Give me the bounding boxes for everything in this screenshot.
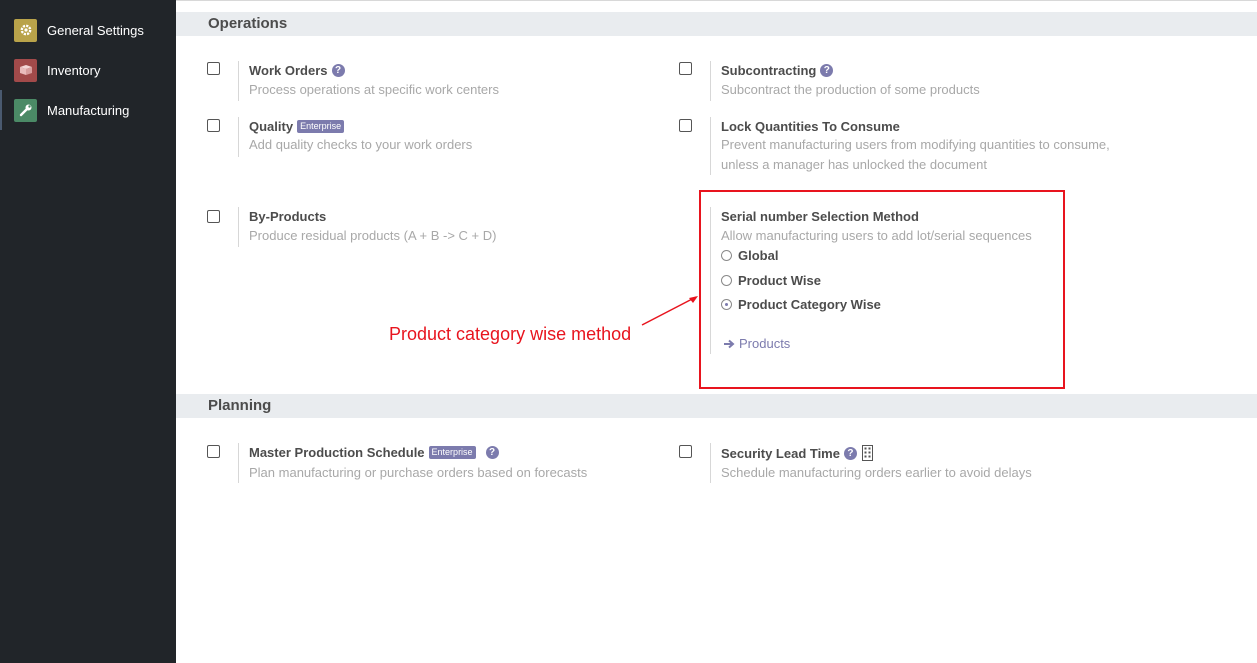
mps-title: Master Production Schedule Enterprise ? bbox=[249, 445, 499, 460]
security-lead-time-desc: Schedule manufacturing orders earlier to… bbox=[721, 465, 1032, 480]
annotation-text: Product category wise method bbox=[389, 324, 632, 344]
gear-icon bbox=[14, 18, 37, 42]
quality-title: Quality Enterprise bbox=[249, 119, 345, 134]
help-icon[interactable]: ? bbox=[820, 64, 834, 77]
divider bbox=[710, 443, 711, 483]
box-icon bbox=[14, 58, 37, 82]
section-header-planning: Planning bbox=[176, 394, 1257, 418]
sidebar-item-inventory[interactable]: Inventory bbox=[0, 50, 176, 90]
lock-quantities-desc-line: Prevent manufacturing users from modifyi… bbox=[721, 137, 1110, 152]
by-products-title: By-Products bbox=[249, 209, 326, 224]
by-products-label: By-Products bbox=[249, 209, 327, 224]
section-title: Operations bbox=[208, 15, 288, 32]
top-divider bbox=[176, 0, 1257, 1]
security-lead-time-label: Security Lead Time bbox=[721, 445, 840, 461]
lock-quantities-label: Lock Quantities To Consume bbox=[721, 119, 900, 134]
section-title: Planning bbox=[208, 397, 272, 414]
sidebar-item-label: Inventory bbox=[47, 62, 101, 78]
subcontracting-title: Subcontracting ? bbox=[721, 63, 834, 78]
subcontracting-desc: Subcontract the production of some produ… bbox=[721, 82, 980, 97]
help-icon[interactable]: ? bbox=[843, 446, 857, 460]
lock-quantities-checkbox[interactable] bbox=[679, 119, 692, 132]
building-icon bbox=[861, 445, 873, 461]
quality-desc: Add quality checks to your work orders bbox=[249, 137, 473, 152]
help-icon[interactable]: ? bbox=[485, 446, 499, 459]
section-header-operations: Operations bbox=[176, 12, 1257, 36]
mps-desc: Plan manufacturing or purchase orders ba… bbox=[249, 465, 588, 480]
divider bbox=[238, 117, 239, 157]
enterprise-badge: Enterprise bbox=[297, 120, 345, 133]
quality-checkbox[interactable] bbox=[207, 119, 220, 132]
subcontracting-label: Subcontracting bbox=[721, 63, 817, 78]
help-icon[interactable]: ? bbox=[331, 64, 345, 77]
work-orders-checkbox[interactable] bbox=[207, 62, 220, 75]
sidebar-item-label: General Settings bbox=[47, 22, 144, 38]
quality-label: Quality bbox=[249, 119, 294, 134]
sidebar-item-general-settings[interactable]: General Settings bbox=[0, 10, 176, 50]
by-products-desc: Produce residual products (A + B -> C + … bbox=[249, 228, 497, 243]
sidebar-item-manufacturing[interactable]: Manufacturing bbox=[0, 90, 176, 130]
divider bbox=[238, 61, 239, 101]
mps-checkbox[interactable] bbox=[207, 445, 220, 458]
lock-quantities-desc: Prevent manufacturing users from modifyi… bbox=[721, 135, 1110, 175]
by-products-checkbox[interactable] bbox=[207, 210, 220, 223]
sidebar-item-label: Manufacturing bbox=[47, 102, 130, 118]
sidebar: General Settings Inventory Manufacturing bbox=[0, 0, 176, 663]
divider bbox=[238, 443, 239, 483]
security-lead-time-checkbox[interactable] bbox=[679, 445, 692, 458]
work-orders-desc: Process operations at specific work cent… bbox=[249, 82, 499, 97]
annotation-arrow bbox=[641, 296, 698, 326]
mps-label: Master Production Schedule bbox=[249, 445, 425, 460]
work-orders-label: Work Orders bbox=[249, 63, 328, 78]
divider bbox=[238, 207, 239, 247]
lock-quantities-desc-line: unless a manager has unlocked the docume… bbox=[721, 157, 987, 172]
divider bbox=[710, 117, 711, 175]
enterprise-badge: Enterprise bbox=[428, 446, 476, 459]
divider bbox=[710, 61, 711, 101]
subcontracting-checkbox[interactable] bbox=[679, 62, 692, 75]
wrench-icon bbox=[14, 98, 37, 122]
lock-quantities-title: Lock Quantities To Consume bbox=[721, 119, 900, 134]
highlight-box bbox=[699, 190, 1065, 389]
security-lead-time-title: Security Lead Time ? bbox=[721, 445, 874, 461]
work-orders-title: Work Orders ? bbox=[249, 63, 345, 78]
